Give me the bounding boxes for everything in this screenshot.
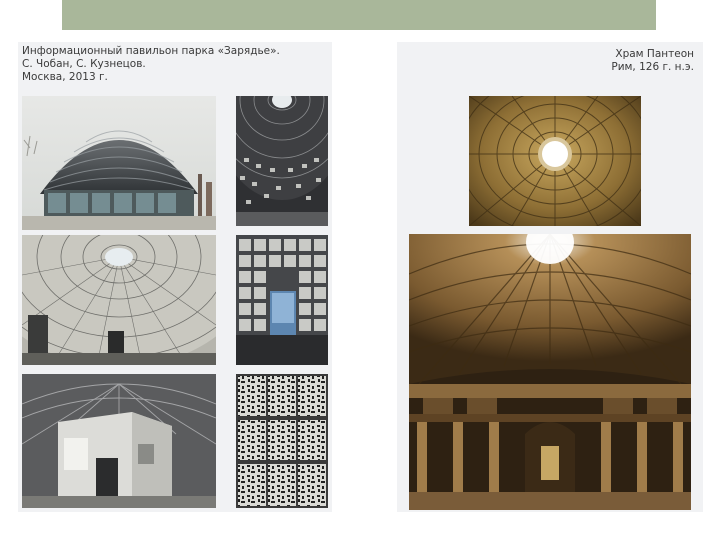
pavilion-pattern-wall-photo: [236, 374, 328, 508]
left-caption-line-3: Москва, 2013 г.: [22, 71, 108, 83]
pantheon-oculus-photo: [469, 96, 641, 226]
right-caption-line-2: Рим, 126 г. н.э.: [611, 61, 694, 73]
right-caption: Храм Пантеон Рим, 126 г. н.э.: [611, 48, 694, 74]
title-bar: [62, 0, 656, 30]
left-slide-panel: Информационный павильон парка «Зарядье».…: [18, 42, 332, 512]
right-slide-panel: Храм Пантеон Рим, 126 г. н.э.: [397, 42, 703, 512]
pavilion-exterior-photo: [22, 96, 216, 230]
pavilion-door-photo: [236, 235, 328, 365]
left-caption: Информационный павильон парка «Зарядье».…: [22, 45, 280, 84]
left-caption-line-2: С. Чобан, С. Кузнецов.: [22, 58, 146, 70]
pavilion-dome-interior-photo: [236, 96, 328, 226]
pavilion-hall-interior-photo: [22, 235, 216, 365]
pantheon-interior-photo: [409, 234, 691, 510]
left-caption-line-1: Информационный павильон парка «Зарядье».: [22, 45, 280, 57]
right-caption-line-1: Храм Пантеон: [615, 48, 694, 60]
pavilion-exhibition-photo: [22, 374, 216, 508]
